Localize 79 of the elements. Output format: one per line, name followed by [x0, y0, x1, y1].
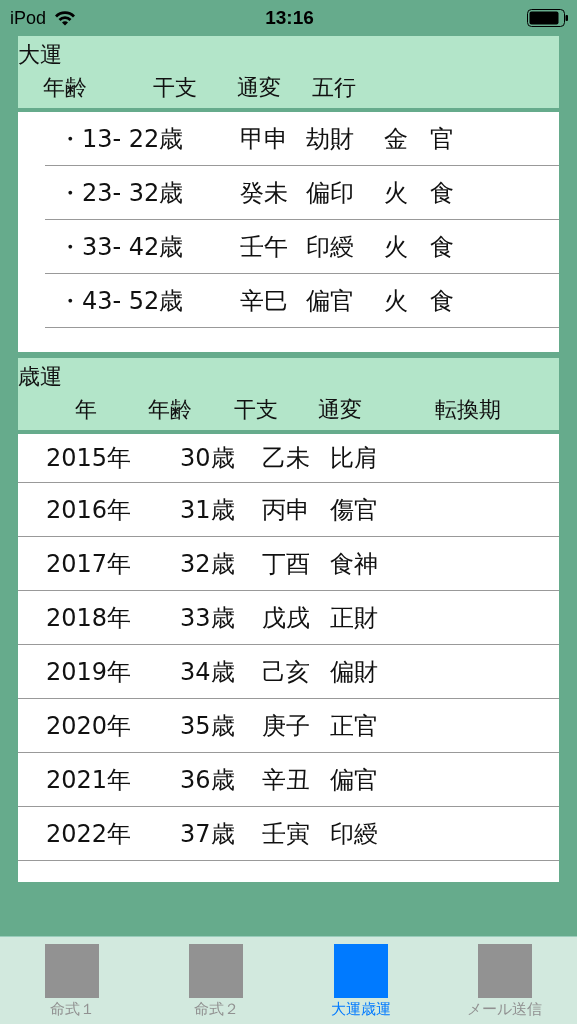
table-cell-text: ・: [58, 177, 82, 209]
column-header: 通変: [237, 74, 282, 102]
table-cell-text: 食: [430, 231, 455, 263]
column-header: 年: [75, 396, 98, 424]
table-cell-text: 丁酉: [262, 548, 311, 580]
tab-icon: [477, 944, 532, 998]
table-cell-text: ・: [58, 231, 82, 263]
table-cell-text: 2015年: [46, 443, 133, 474]
table-cell-text: 金: [384, 123, 409, 155]
column-header: 通変: [318, 396, 363, 424]
table-cell-text: 正官: [330, 710, 379, 742]
table-cell-text: 丙申: [262, 494, 311, 526]
table-cell-text: 印綬: [330, 818, 379, 850]
table-cell-text: 乙未: [262, 443, 311, 474]
table-cell-text: 2021年: [46, 764, 133, 796]
table-cell-text: 34歳: [180, 656, 236, 688]
table-cell-text: 33歳: [180, 602, 236, 634]
tab-button[interactable]: メール送信: [432, 937, 577, 1024]
column-header: 干支: [153, 74, 198, 102]
table-cell-text: 食神: [330, 548, 379, 580]
table-cell-text: 36歳: [180, 764, 236, 796]
table-cell-text: ・: [58, 123, 82, 155]
section-title: 大運: [18, 41, 63, 69]
clock-time: 13:16: [265, 7, 314, 29]
column-header: 年齢: [148, 396, 193, 424]
table-cell-text: 傷官: [330, 494, 379, 526]
table-cell-text: 辛巳: [240, 285, 289, 317]
table-cell-text: 35歳: [180, 710, 236, 742]
table-cell-text: 壬午: [240, 231, 289, 263]
wifi-icon: [54, 10, 77, 26]
table-cell-text: 33- 42歳: [82, 231, 185, 263]
tab-button[interactable]: 命式２: [144, 937, 289, 1024]
table-cell-text: 甲申: [240, 123, 289, 155]
table-cell-text: 2019年: [46, 656, 133, 688]
table-cell-text: 火: [384, 231, 409, 263]
table-cell-text: 庚子: [262, 710, 311, 742]
column-header: 年齢: [43, 74, 88, 102]
tab-icon: [333, 944, 388, 998]
table-cell-text: 辛丑: [262, 764, 311, 796]
table-cell-text: 壬寅: [262, 818, 311, 850]
table-cell-text: 己亥: [262, 656, 311, 688]
table-cell-text: 2018年: [46, 602, 133, 634]
section-title: 歳運: [18, 363, 63, 391]
table-cell-text: 31歳: [180, 494, 236, 526]
tab-icon: [45, 944, 100, 998]
table-cell-text: 37歳: [180, 818, 236, 850]
table-cell-text: 劫財: [306, 123, 355, 155]
table-cell-text: 比肩: [330, 443, 379, 474]
table-cell-text: 30歳: [180, 443, 236, 474]
table-cell-text: 印綬: [306, 231, 355, 263]
table-cell-text: 偏官: [330, 764, 379, 796]
table-cell-text: ・: [58, 285, 82, 317]
table-cell-text: 食: [430, 285, 455, 317]
table-cell-text: 戊戌: [262, 602, 311, 634]
column-header: 干支: [234, 396, 279, 424]
table-cell-text: 正財: [330, 602, 379, 634]
battery-icon: [527, 9, 569, 27]
device-name: iPod: [10, 7, 47, 29]
table-cell-text: 13- 22歳: [82, 123, 185, 155]
tab-button[interactable]: 大運歳運: [288, 937, 433, 1024]
table-cell-text: 食: [430, 177, 455, 209]
table-cell-text: 官: [430, 123, 455, 155]
table-cell-text: 2020年: [46, 710, 133, 742]
table-cell-text: 火: [384, 177, 409, 209]
table-cell-text: 2022年: [46, 818, 133, 850]
table-cell-text: 偏財: [330, 656, 379, 688]
table-cell-text: 32歳: [180, 548, 236, 580]
table-cell-text: 43- 52歳: [82, 285, 185, 317]
table-cell-text: 2017年: [46, 548, 133, 580]
tab-button[interactable]: 命式１: [0, 937, 145, 1024]
column-header: 転換期: [435, 396, 502, 424]
table-cell-text: 癸未: [240, 177, 289, 209]
table-cell-text: 23- 32歳: [82, 177, 185, 209]
table-cell-text: 偏官: [306, 285, 355, 317]
table-cell-text: 火: [384, 285, 409, 317]
table-cell-text: 2016年: [46, 494, 133, 526]
table-cell-text: 偏印: [306, 177, 355, 209]
column-header: 五行: [312, 74, 357, 102]
tab-icon: [189, 944, 244, 998]
